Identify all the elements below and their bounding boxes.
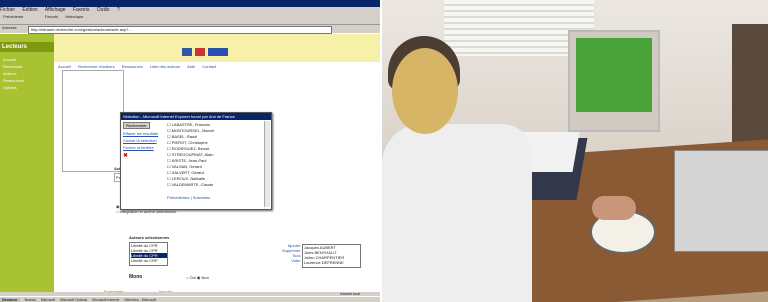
- nav-link-home[interactable]: Accueil: [58, 64, 71, 69]
- row-label: Mono: [129, 274, 143, 280]
- address-label: Adresse: [2, 25, 17, 30]
- list-actions: Ajouter Supprimer Tous Vider: [282, 243, 300, 263]
- printer: [674, 150, 768, 252]
- sidebar-item-actors[interactable]: Acteurs: [0, 70, 54, 77]
- taskbar-item[interactable]: Microsoft Internet: [92, 298, 119, 302]
- left-panel: [62, 70, 124, 172]
- list-item[interactable]: ☐ VALDEMARTE, Claude: [167, 182, 265, 188]
- nav-link-actors[interactable]: Liste des acteurs: [150, 64, 180, 69]
- taskbar-item[interactable]: Sélection - Microsoft: [124, 298, 156, 302]
- clear-link[interactable]: Vider: [282, 258, 300, 263]
- search-button[interactable]: Rechercher: [123, 122, 150, 129]
- pagination-links[interactable]: Précédentes | Suivantes: [167, 195, 210, 200]
- scrollbar[interactable]: [264, 121, 270, 207]
- menu-bar: Fichier Edition Affichage Favoris Outils…: [0, 7, 380, 14]
- monitor-screen: [576, 38, 652, 112]
- office-photo: [382, 0, 768, 302]
- person-body: [382, 124, 532, 302]
- sidebar: Lecteurs Accueil Recherche Acteurs Resso…: [0, 34, 54, 292]
- radio-icon[interactable]: ○: [116, 209, 118, 214]
- sidebar-item-options[interactable]: Options: [0, 84, 54, 91]
- favorites-button[interactable]: Favoris: [45, 14, 58, 19]
- history-button[interactable]: Historique: [65, 14, 83, 19]
- results-list: ☐ LABASTRE, Francois ☐ MONTOURSEL, Marce…: [167, 122, 265, 204]
- nav-bar: Accueil Recherche d'acteurs Ressources L…: [58, 64, 222, 69]
- right-listbox[interactable]: Jacques AUBERT Jules BENYHALIT Julien CH…: [302, 244, 361, 268]
- menu-file[interactable]: Fichier: [0, 7, 15, 13]
- nav-link-search[interactable]: Recherche d'acteurs: [78, 64, 115, 69]
- sidebar-item-search[interactable]: Recherche: [0, 63, 54, 70]
- list-item[interactable]: Laurence DEFRENNE: [304, 260, 360, 265]
- computer-case: [732, 24, 768, 144]
- radio-icon[interactable]: ◉: [197, 275, 201, 280]
- choose-selection-link[interactable]: Choisir la sélection: [123, 138, 165, 143]
- logo: [182, 48, 231, 58]
- yes-no-radios: ○ Oui ◉ Non: [186, 275, 209, 280]
- sidebar-item-resources[interactable]: Ressources: [0, 77, 54, 84]
- toolbar: Précédente Favoris Historique: [0, 14, 380, 25]
- start-button[interactable]: Démarrer: [0, 298, 20, 302]
- browser-screenshot: Fichier Edition Affichage Favoris Outils…: [0, 0, 380, 302]
- browser-title-bar: [0, 0, 380, 7]
- menu-favorites[interactable]: Favoris: [73, 7, 89, 13]
- address-input[interactable]: http://intranet.recherche.com/gestion/ac…: [28, 26, 332, 34]
- page-banner: [54, 34, 380, 62]
- close-window-link[interactable]: Fermer la fenêtre: [123, 145, 165, 150]
- taskbar-item[interactable]: Bureau: [25, 298, 36, 302]
- monitor: [568, 30, 660, 132]
- taskbar-item[interactable]: Microsoft: [41, 298, 55, 302]
- radio-yes-label: Oui: [189, 275, 196, 280]
- hand: [592, 196, 636, 220]
- dialog-actions: Rechercher Effacer les résultats Choisir…: [123, 122, 165, 159]
- sidebar-header: Lecteurs: [0, 42, 54, 52]
- radio-no-label: Non: [201, 275, 209, 280]
- taskbar-item[interactable]: Microsoft Outlook: [60, 298, 87, 302]
- dialog-title: Sélection - Microsoft Internet Explorer …: [121, 113, 271, 120]
- radio-icon[interactable]: ○: [186, 275, 188, 280]
- left-listbox[interactable]: Libellé du CPR Libellé du CPR Libellé du…: [129, 242, 168, 266]
- blurred-face: [392, 48, 458, 134]
- sidebar-item-home[interactable]: Accueil: [0, 56, 54, 63]
- menu-help[interactable]: ?: [117, 7, 120, 13]
- address-bar: Adresse http://intranet.recherche.com/ge…: [0, 25, 380, 34]
- taskbar: Démarrer Bureau Microsoft Microsoft Outl…: [0, 296, 380, 302]
- nav-link-resources[interactable]: Ressources: [122, 64, 143, 69]
- selection-dialog: Sélection - Microsoft Internet Explorer …: [120, 112, 272, 210]
- clear-results-link[interactable]: Effacer les résultats: [123, 131, 165, 136]
- close-icon[interactable]: ✖: [123, 152, 165, 159]
- menu-tools[interactable]: Outils: [97, 7, 110, 13]
- menu-view[interactable]: Affichage: [45, 7, 66, 13]
- back-button[interactable]: Précédente: [3, 14, 23, 19]
- menu-edit[interactable]: Edition: [22, 7, 37, 13]
- list-item[interactable]: Libellé du CRP: [131, 258, 167, 263]
- nav-link-help[interactable]: Aide: [187, 64, 195, 69]
- list-header: Acteurs sélectionnés: [129, 235, 170, 240]
- nav-link-contact[interactable]: Contact: [202, 64, 216, 69]
